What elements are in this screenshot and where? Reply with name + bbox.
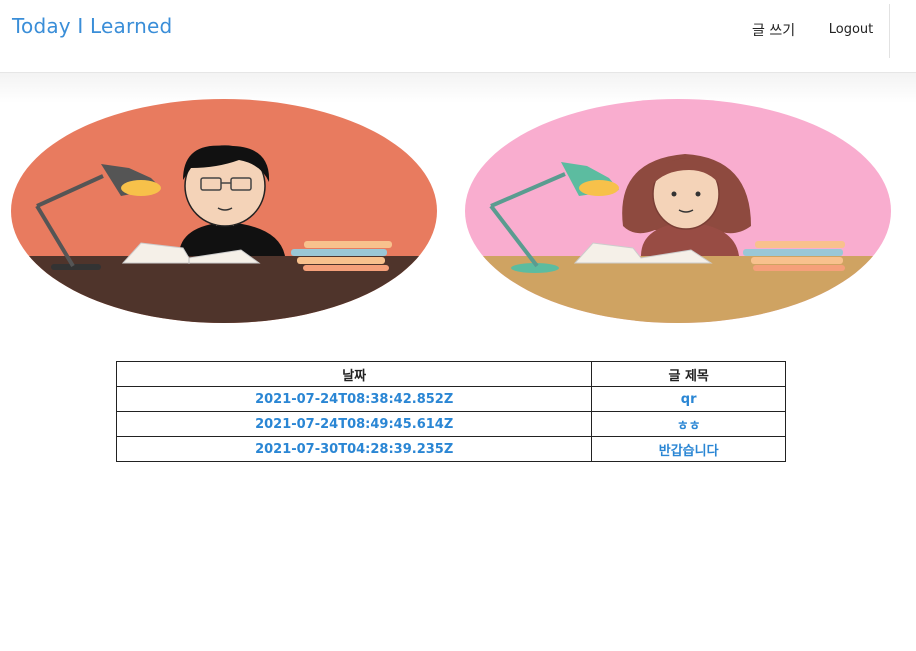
title-cell: ㅎㅎ [591,411,786,437]
table-row: 2021-07-30T04:28:39.235Z 반갑습니다 [115,436,786,462]
date-cell: 2021-07-24T08:49:45.614Z [115,411,593,437]
boy-studying-illustration [11,99,437,323]
navbar: Today I Learned 글 쓰기 Logout [0,0,916,73]
nav-divider [889,4,890,58]
post-date-link[interactable]: 2021-07-30T04:28:39.235Z [255,442,453,457]
post-date-link[interactable]: 2021-07-24T08:49:45.614Z [255,417,453,432]
posts-table: 날짜 글 제목 2021-07-24T08:38:42.852Z qr 2021… [115,361,786,462]
write-post-link[interactable]: 글 쓰기 [752,20,795,40]
logout-button[interactable]: Logout [816,13,886,47]
date-cell: 2021-07-24T08:38:42.852Z [115,386,593,412]
girl-studying-illustration [465,99,891,323]
post-date-link[interactable]: 2021-07-24T08:38:42.852Z [255,392,453,407]
title-cell: qr [591,386,786,412]
post-title-link[interactable]: qr [681,392,697,407]
brand-link[interactable]: Today I Learned [12,14,172,38]
post-title-link[interactable]: ㅎㅎ [677,419,701,434]
title-column-header: 글 제목 [591,361,786,387]
date-cell: 2021-07-30T04:28:39.235Z [115,436,593,462]
lamp-base [51,264,101,270]
date-column-header: 날짜 [115,361,593,387]
table-header-row: 날짜 글 제목 [115,361,786,387]
table-row: 2021-07-24T08:38:42.852Z qr [115,386,786,412]
table-row: 2021-07-24T08:49:45.614Z ㅎㅎ [115,411,786,437]
title-cell: 반갑습니다 [591,436,786,462]
post-title-link[interactable]: 반갑습니다 [659,444,719,459]
